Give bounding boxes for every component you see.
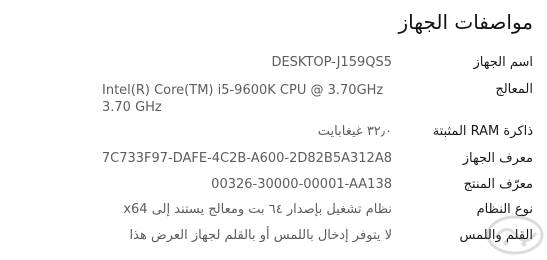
spec-row-installed-ram: ذاكرة RAM المثبتة ٣٢٫٠ غيغابايت (0, 122, 547, 146)
spec-value[interactable]: لا يتوفر إدخال باللمس أو بالقلم لجهاز ال… (130, 226, 392, 246)
spec-label: نوع النظام (476, 202, 533, 217)
spec-value[interactable]: ٣٢٫٠ غيغابايت (318, 122, 392, 142)
spec-label: القلم واللمس (459, 228, 533, 243)
page-title: مواصفات الجهاز (398, 10, 533, 34)
spec-row-system-type: نوع النظام نظام تشغيل بإصدار ٦٤ بت ومعال… (0, 200, 547, 224)
spec-row-device-id: معرف الجهاز 7C733F97-DAFE-4C2B-A600-2D82… (0, 149, 547, 173)
spec-row-pen-and-touch: القلم واللمس لا يتوفر إدخال باللمس أو با… (0, 226, 547, 250)
spec-value[interactable]: 7C733F97-DAFE-4C2B-A600-2D82B5A312A8 (102, 149, 392, 169)
spec-row-processor: المعالج Intel(R) Core(TM) i5-9600K CPU @… (0, 80, 547, 116)
spec-label: معرف الجهاز (462, 151, 533, 166)
spec-label: معرّف المنتج (463, 177, 533, 192)
spec-label: ذاكرة RAM المثبتة (432, 124, 533, 139)
spec-value[interactable]: Intel(R) Core(TM) i5-9600K CPU @ 3.70GHz… (102, 82, 392, 116)
spec-label: المعالج (495, 82, 533, 97)
spec-label: اسم الجهاز (473, 55, 533, 70)
spec-value[interactable]: نظام تشغيل بإصدار ٦٤ بت ومعالج يستند إلى… (123, 200, 392, 220)
device-specifications-panel: مواصفات الجهاز اسم الجهاز DESKTOP-J159QS… (0, 0, 547, 260)
spec-value[interactable]: DESKTOP-J159QS5 (271, 53, 392, 73)
spec-value[interactable]: 00326-30000-00001-AA138 (211, 175, 392, 195)
spec-row-product-id: معرّف المنتج 00326-30000-00001-AA138 (0, 175, 547, 199)
spec-row-device-name: اسم الجهاز DESKTOP-J159QS5 (0, 53, 547, 77)
